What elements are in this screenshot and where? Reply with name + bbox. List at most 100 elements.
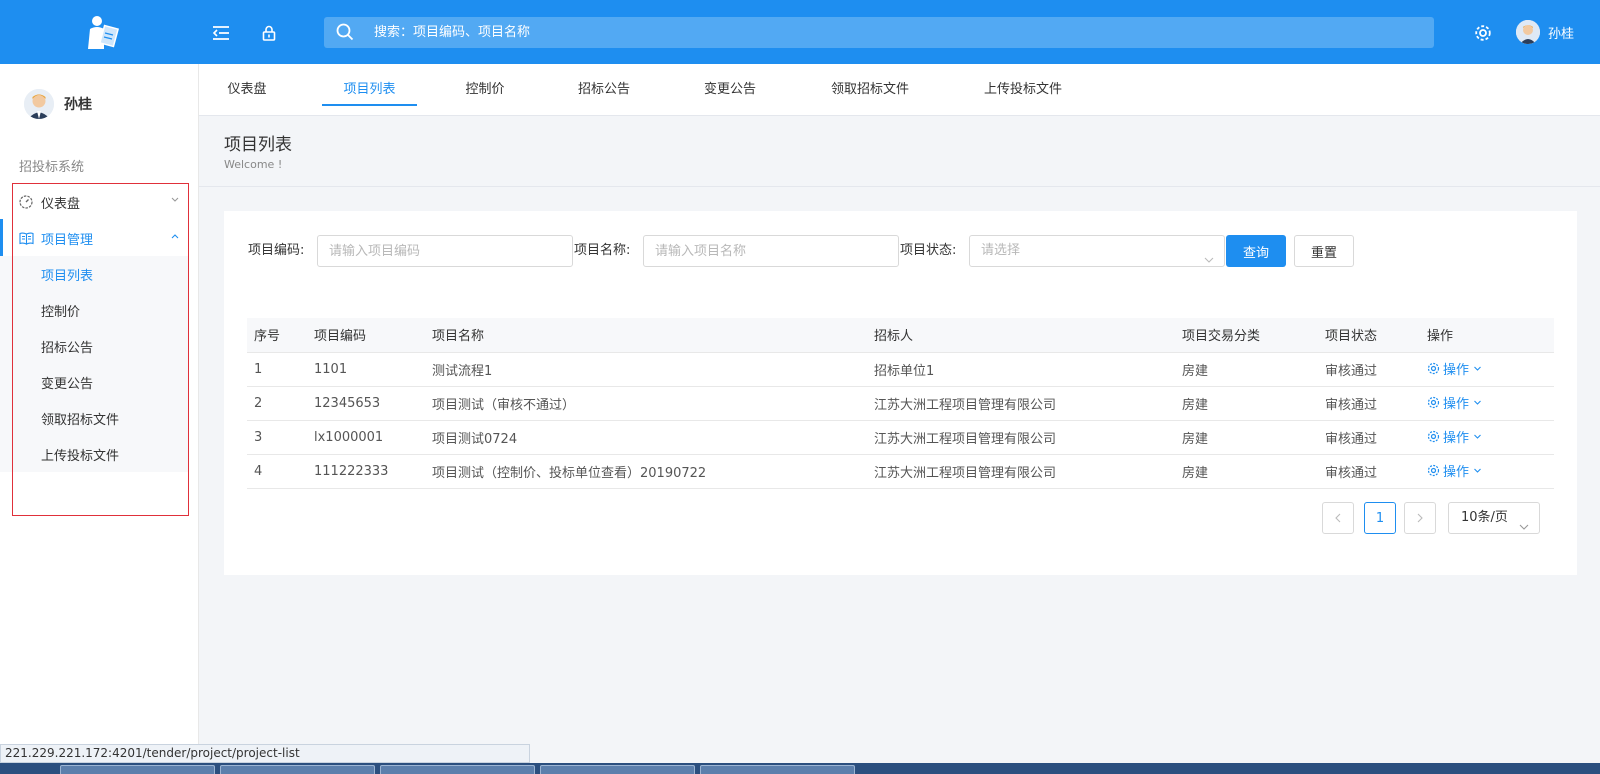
project-name-label: 项目名称:: [574, 243, 631, 258]
settings-gear-icon[interactable]: [1472, 22, 1494, 44]
tab-change-notice[interactable]: 变更公告: [699, 64, 761, 116]
top-header: 孙桂: [0, 0, 1600, 64]
row-action-dropdown[interactable]: 操作: [1427, 393, 1482, 412]
table-row: 4 111222333 项目测试（控制价、投标单位查看）20190722 江苏大…: [247, 454, 1554, 489]
chevron-down-icon: [1519, 513, 1529, 530]
cell-action: 操作: [1420, 454, 1554, 489]
cell-no: 2: [247, 386, 307, 421]
table-row: 1 1101 测试流程1 招标单位1 房建 审核通过 操作: [247, 352, 1554, 387]
tab-get-tender-docs[interactable]: 领取招标文件: [825, 64, 915, 116]
cell-action: 操作: [1420, 420, 1554, 455]
cell-name: 项目测试（审核不通过）: [425, 386, 867, 421]
tab-tender-notice[interactable]: 招标公告: [573, 64, 635, 116]
cell-no: 3: [247, 420, 307, 455]
cell-action: 操作: [1420, 352, 1554, 387]
cell-name: 测试流程1: [425, 352, 867, 387]
project-status-select[interactable]: 请选择: [969, 235, 1225, 267]
column-header[interactable]: 项目编码: [307, 318, 425, 353]
tab-control-price[interactable]: 控制价: [461, 64, 509, 116]
action-label: 操作: [1443, 431, 1470, 446]
collapse-menu-icon[interactable]: [210, 22, 232, 44]
action-label: 操作: [1443, 363, 1470, 378]
column-header[interactable]: 招标人: [867, 318, 1175, 353]
cell-no: 1: [247, 352, 307, 387]
prev-page-button[interactable]: [1322, 502, 1354, 534]
cell-tenderer: 江苏大洲工程项目管理有限公司: [867, 454, 1175, 489]
tab-dashboard[interactable]: 仪表盘: [223, 64, 271, 116]
cell-tenderer: 江苏大洲工程项目管理有限公司: [867, 420, 1175, 455]
page-size-value: 10条/页: [1461, 510, 1508, 525]
select-placeholder: 请选择: [981, 243, 1021, 258]
global-search: [324, 17, 1434, 48]
taskbar-button[interactable]: [60, 765, 215, 774]
chevron-down-icon: [1204, 246, 1214, 263]
gear-icon: [1427, 464, 1440, 477]
cell-code: lx1000001: [307, 420, 425, 455]
table-row: 3 lx1000001 项目测试0724 江苏大洲工程项目管理有限公司 房建 审…: [247, 420, 1554, 455]
search-icon[interactable]: [336, 23, 354, 41]
row-action-dropdown[interactable]: 操作: [1427, 461, 1482, 480]
user-name: 孙桂: [1548, 26, 1575, 42]
table-row: 2 12345653 项目测试（审核不通过） 江苏大洲工程项目管理有限公司 房建…: [247, 386, 1554, 421]
action-label: 操作: [1443, 465, 1470, 480]
taskbar-button[interactable]: [220, 765, 375, 774]
reset-button[interactable]: 重置: [1294, 235, 1354, 267]
query-button[interactable]: 查询: [1226, 235, 1286, 267]
browser-status-url: 221.229.221.172:4201/tender/project/proj…: [0, 744, 530, 763]
project-table: 序号 项目编码 项目名称 招标人 项目交易分类 项目状态 操作 1 1101 测…: [247, 318, 1554, 489]
avatar: [1516, 20, 1540, 44]
row-action-dropdown[interactable]: 操作: [1427, 359, 1482, 378]
project-status-label: 项目状态:: [900, 243, 957, 258]
cell-category: 房建: [1175, 420, 1318, 455]
column-header[interactable]: 序号: [247, 318, 307, 353]
system-title: 招投标系统: [19, 160, 85, 175]
project-code-input[interactable]: [317, 235, 573, 267]
project-name-input[interactable]: [643, 235, 899, 267]
lock-icon[interactable]: [258, 22, 280, 44]
action-label: 操作: [1443, 397, 1470, 412]
tab-bar: 仪表盘 项目列表 控制价 招标公告 变更公告 领取招标文件 上传投标文件: [199, 64, 1600, 116]
cell-category: 房建: [1175, 454, 1318, 489]
page-size-select[interactable]: 10条/页: [1448, 502, 1540, 534]
os-taskbar: [0, 763, 1600, 774]
cell-name: 项目测试0724: [425, 420, 867, 455]
cell-status: 审核通过: [1318, 420, 1420, 455]
taskbar-button[interactable]: [380, 765, 535, 774]
cell-action: 操作: [1420, 386, 1554, 421]
highlight-box: [12, 183, 189, 516]
gear-icon: [1427, 396, 1440, 409]
search-input[interactable]: [374, 17, 1414, 48]
column-header[interactable]: 项目交易分类: [1175, 318, 1318, 353]
chevron-down-icon: [1474, 434, 1481, 439]
avatar: [24, 89, 54, 119]
column-header[interactable]: 操作: [1420, 318, 1554, 353]
page-number-button[interactable]: 1: [1364, 502, 1396, 534]
user-menu[interactable]: 孙桂: [1516, 20, 1574, 44]
gear-icon: [1427, 430, 1440, 443]
taskbar-button[interactable]: [540, 765, 695, 774]
table-header-row: 序号 项目编码 项目名称 招标人 项目交易分类 项目状态 操作: [247, 318, 1554, 353]
column-header[interactable]: 项目名称: [425, 318, 867, 353]
sidebar: 孙桂 招投标系统 仪表盘 项目管理 项目列表 控制价 招标公告 变更公告 领取招…: [0, 64, 199, 744]
page-subtitle: Welcome !: [224, 158, 283, 171]
tab-project-list[interactable]: 项目列表: [322, 64, 417, 116]
column-header[interactable]: 项目状态: [1318, 318, 1420, 353]
taskbar-button[interactable]: [700, 765, 855, 774]
logo-icon[interactable]: [82, 13, 122, 53]
chevron-down-icon: [1474, 366, 1481, 371]
page-header: 项目列表 Welcome !: [199, 116, 1600, 187]
cell-no: 4: [247, 454, 307, 489]
project-code-label: 项目编码:: [248, 243, 305, 258]
chevron-down-icon: [1474, 468, 1481, 473]
gear-icon: [1427, 362, 1440, 375]
row-action-dropdown[interactable]: 操作: [1427, 427, 1482, 446]
cell-tenderer: 江苏大洲工程项目管理有限公司: [867, 386, 1175, 421]
cell-tenderer: 招标单位1: [867, 352, 1175, 387]
page-title: 项目列表: [224, 135, 292, 155]
cell-code: 12345653: [307, 386, 425, 421]
next-page-button[interactable]: [1404, 502, 1436, 534]
tab-upload-bid-docs[interactable]: 上传投标文件: [978, 64, 1068, 116]
chevron-down-icon: [1474, 400, 1481, 405]
cell-code: 111222333: [307, 454, 425, 489]
sidebar-user: 孙桂: [24, 89, 92, 119]
